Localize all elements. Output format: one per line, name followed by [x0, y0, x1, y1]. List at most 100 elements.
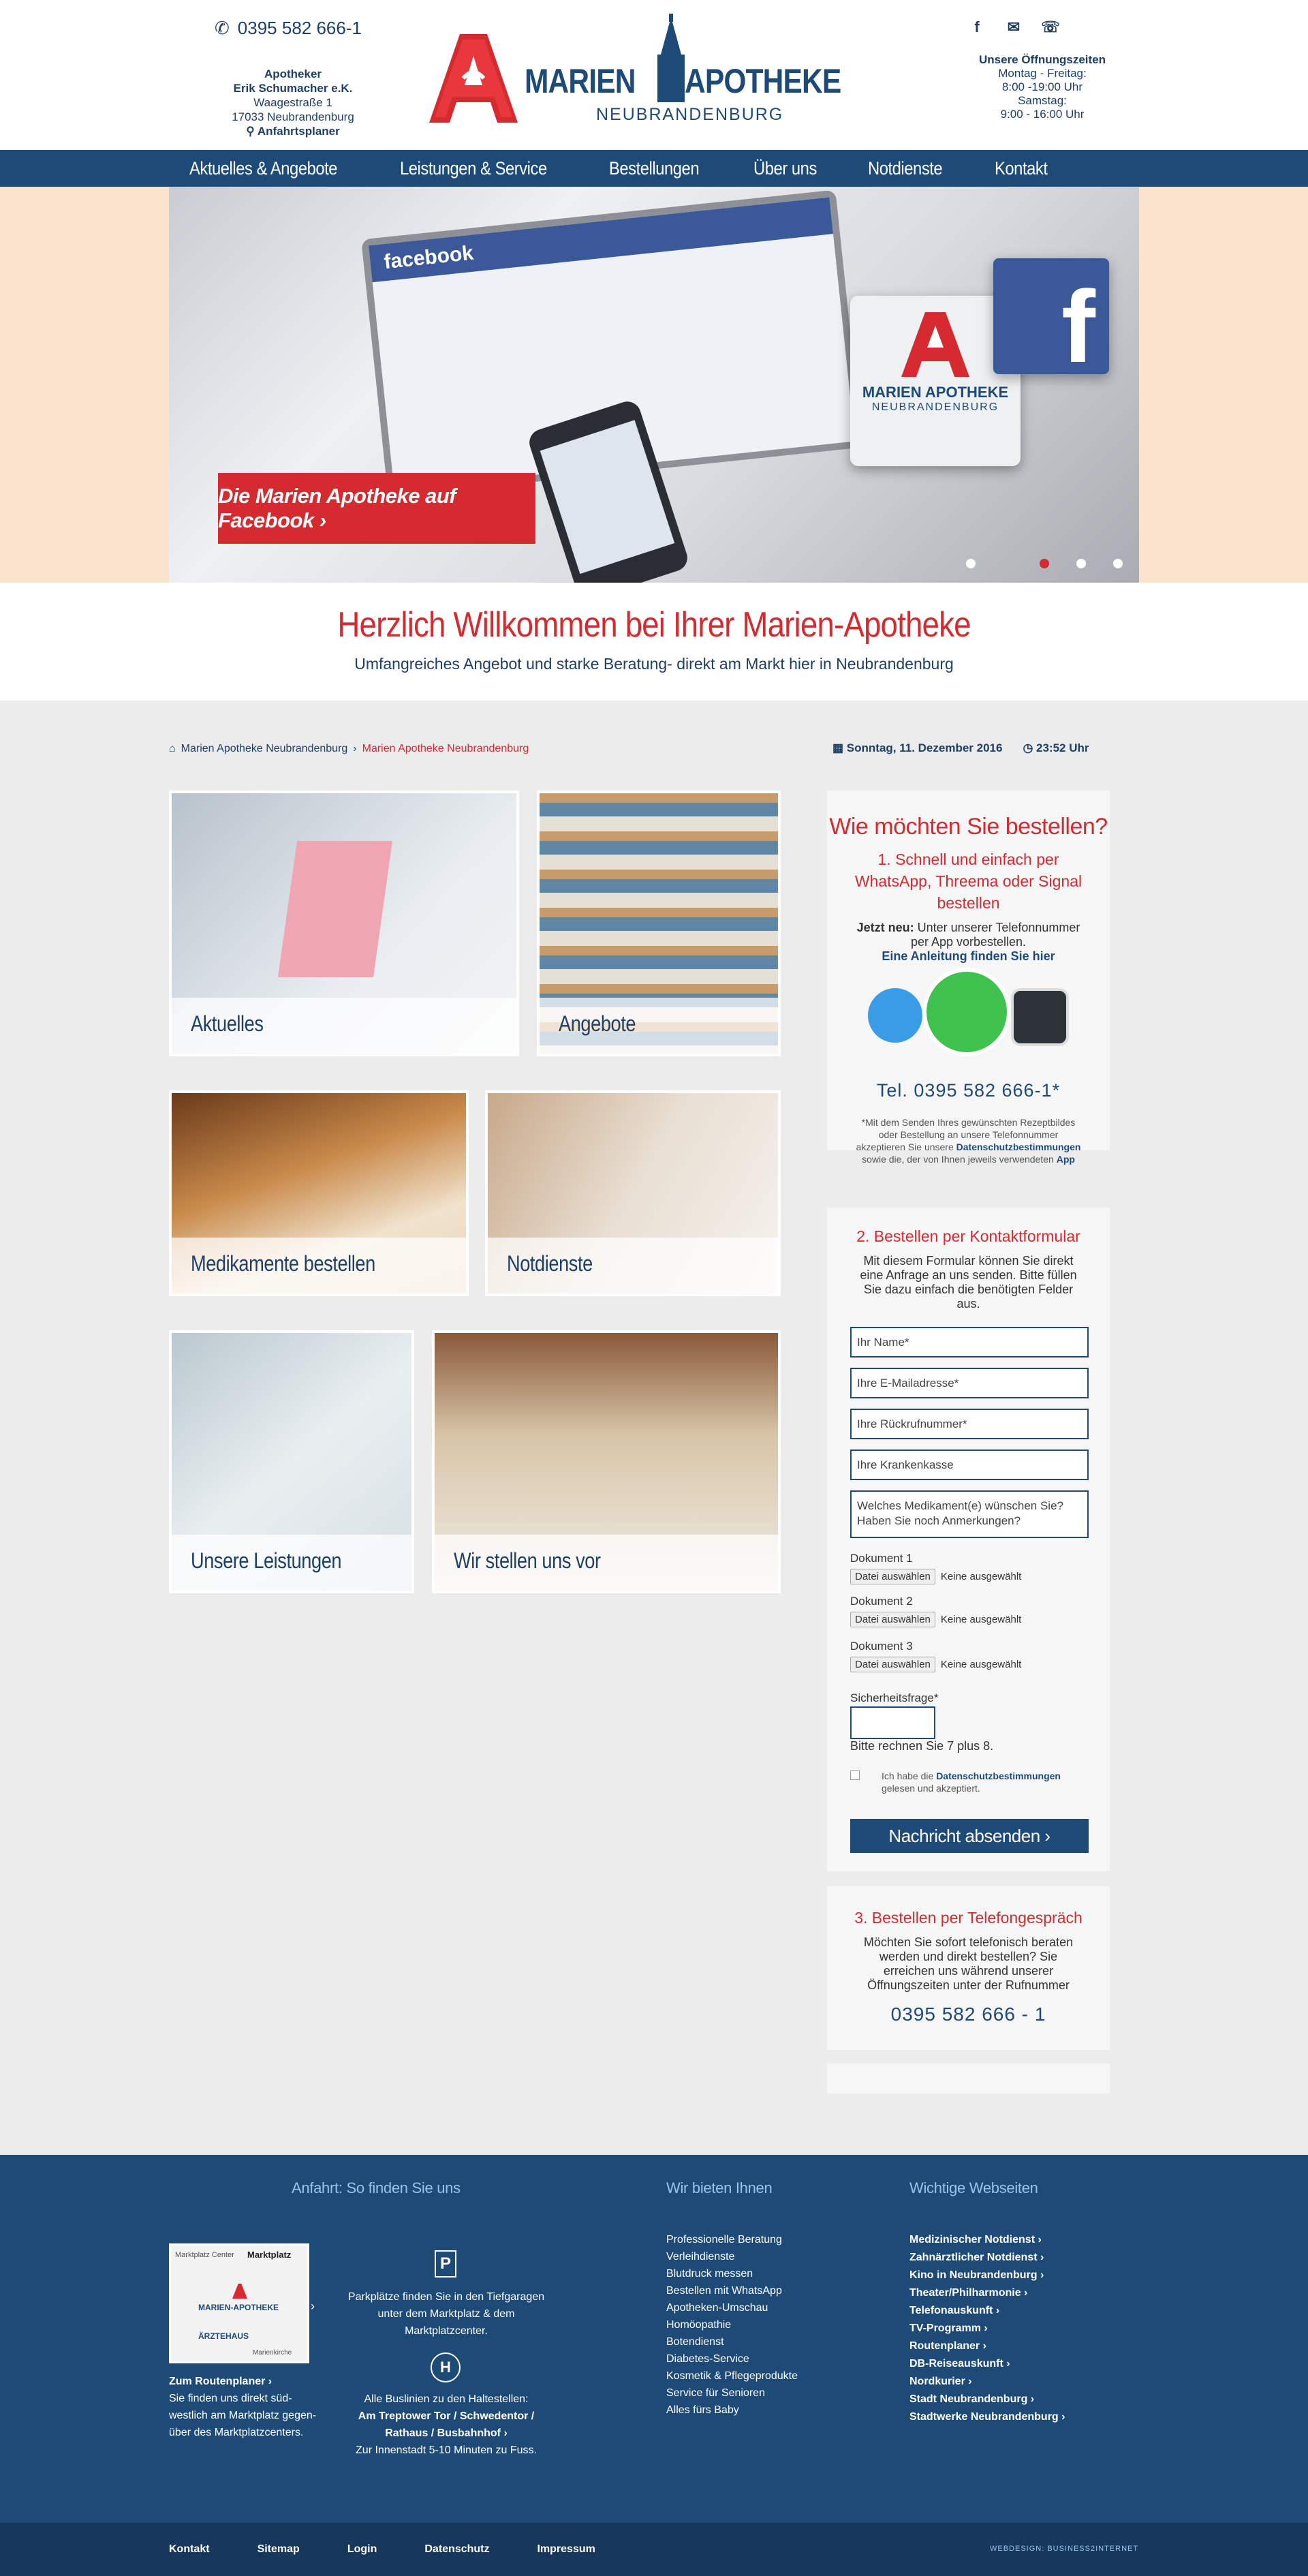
- breadcrumb-separator: ›: [353, 743, 357, 754]
- footer: Anfahrt: So finden Sie uns Marktplatz Ce…: [0, 2155, 1308, 2523]
- breadcrumb: ⌂ Marien Apotheke Neubrandenburg › Marie…: [169, 743, 529, 755]
- email-field[interactable]: Ihre E-Mailadresse*: [850, 1368, 1089, 1398]
- tile-label: Aktuelles: [191, 1011, 264, 1036]
- bottom-link-kontakt[interactable]: Kontakt: [169, 2543, 210, 2556]
- list-item[interactable]: Apotheken-Umschau: [666, 2299, 798, 2316]
- clock-icon: ◷: [1023, 741, 1037, 754]
- list-item[interactable]: Kosmetik & Pflegeprodukte: [666, 2367, 798, 2385]
- doc2-file-input[interactable]: Datei auswählen Keine ausgewählt: [850, 1612, 1021, 1627]
- tile-wir-stellen-uns-vor[interactable]: Wir stellen uns vor: [432, 1330, 781, 1593]
- bottom-link-datenschutz[interactable]: Datenschutz: [424, 2543, 489, 2556]
- list-item[interactable]: Telefonauskunft ›: [909, 2302, 1065, 2320]
- tile-angebote[interactable]: Angebote: [537, 791, 781, 1056]
- nav-item-kontakt[interactable]: Kontakt: [995, 150, 1048, 187]
- privacy-consent-link[interactable]: Datenschutzbestimmungen: [936, 1770, 1061, 1781]
- slider-dot[interactable]: [1003, 559, 1012, 568]
- list-item[interactable]: Service für Senioren: [666, 2385, 798, 2402]
- order-phone[interactable]: Tel. 0395 582 666-1*: [827, 1080, 1110, 1101]
- bottom-bar: Kontakt Sitemap Login Datenschutz Impres…: [0, 2523, 1308, 2576]
- slider-dot[interactable]: [1113, 559, 1123, 568]
- facebook-logo-icon: f: [993, 258, 1109, 374]
- bottom-link-sitemap[interactable]: Sitemap: [258, 2543, 300, 2556]
- home-icon[interactable]: ⌂: [169, 743, 176, 755]
- whatsapp-icon[interactable]: ☏: [1041, 18, 1060, 37]
- nav-item-leistungen[interactable]: Leistungen & Service: [400, 150, 547, 187]
- footer-map[interactable]: Marktplatz Center Marktplatz MARIEN-APOT…: [169, 2243, 309, 2363]
- footer-route-link[interactable]: Zum Routenplaner ›: [169, 2376, 272, 2387]
- list-item[interactable]: Medizinischer Notdienst ›: [909, 2231, 1065, 2249]
- facebook-icon[interactable]: f: [967, 18, 986, 37]
- map-arrow-icon: ›: [311, 2299, 315, 2313]
- security-answer-input[interactable]: [850, 1706, 935, 1739]
- nav-item-notdienste[interactable]: Notdienste: [868, 150, 943, 187]
- map-pharmacy-icon: [232, 2284, 247, 2299]
- list-item[interactable]: Diabetes-Service: [666, 2350, 798, 2367]
- parking-text: Parkplätze finden Sie in den Tiefgaragen…: [347, 2291, 545, 2337]
- privacy-link[interactable]: Datenschutzbestimmungen: [956, 1141, 1081, 1152]
- name-field[interactable]: Ihr Name*: [850, 1327, 1089, 1358]
- address-street: Waagestraße 1: [253, 96, 332, 109]
- list-item[interactable]: Homöopathie: [666, 2316, 798, 2333]
- slider-dot-active[interactable]: [1040, 559, 1049, 568]
- security-question: Bitte rechnen Sie 7 plus 8.: [850, 1739, 994, 1753]
- list-item[interactable]: Nordkurier ›: [909, 2373, 1065, 2391]
- breadcrumb-home[interactable]: Marien Apotheke Neubrandenburg: [181, 743, 348, 755]
- doc2-label: Dokument 2: [850, 1595, 913, 1608]
- header-phone[interactable]: ✆ 0395 582 666-1: [215, 18, 362, 39]
- logo[interactable]: MARIEN APOTHEKE NEUBRANDENBURG: [422, 14, 841, 129]
- doc1-file-input[interactable]: Datei auswählen Keine ausgewählt: [850, 1569, 1021, 1584]
- list-item[interactable]: TV-Programm ›: [909, 2320, 1065, 2337]
- nav-item-ueber-uns[interactable]: Über uns: [753, 150, 817, 187]
- phone-icon: ✆: [215, 18, 230, 38]
- bottom-link-impressum[interactable]: Impressum: [537, 2543, 595, 2556]
- slider-dot[interactable]: [1076, 559, 1086, 568]
- order-title: Wie möchten Sie bestellen?: [829, 814, 1108, 840]
- tile-aktuelles[interactable]: Aktuelles: [169, 791, 519, 1056]
- nav-item-bestellungen[interactable]: Bestellungen: [609, 150, 700, 187]
- facebook-cta-button[interactable]: Die Marien Apotheke auf Facebook ›: [218, 473, 535, 544]
- nav-item-aktuelles[interactable]: Aktuelles & Angebote: [189, 150, 338, 187]
- email-icon[interactable]: ✉: [1004, 18, 1023, 37]
- bottom-link-login[interactable]: Login: [347, 2543, 377, 2556]
- order-box: Wie möchten Sie bestellen? 1. Schnell un…: [827, 791, 1110, 1165]
- list-item[interactable]: Blutdruck messen: [666, 2265, 798, 2282]
- list-item[interactable]: Routenplaner ›: [909, 2337, 1065, 2355]
- parking-icon: P: [435, 2250, 456, 2278]
- tile-notdienste[interactable]: Notdienste: [485, 1090, 781, 1296]
- welcome-subtitle: Umfangreiches Angebot und starke Beratun…: [354, 655, 954, 673]
- slider-dot[interactable]: [966, 559, 976, 568]
- list-item[interactable]: Alles fürs Baby: [666, 2402, 798, 2419]
- route-info: Zum Routenplaner › Sie finden uns direkt…: [169, 2373, 326, 2441]
- date-time: ▦ Sonntag, 11. Dezember 2016 ◷ 23:52 Uhr: [832, 741, 1089, 755]
- list-item[interactable]: Botendienst: [666, 2333, 798, 2350]
- list-item[interactable]: Bestellen mit WhatsApp: [666, 2282, 798, 2299]
- order-new-text: Unter unserer Telefonnummer per App vorb…: [910, 921, 1080, 949]
- phone-field[interactable]: Ihre Rückrufnummer*: [850, 1409, 1089, 1439]
- insurance-field[interactable]: Ihre Krankenkasse: [850, 1450, 1089, 1480]
- list-item[interactable]: Stadt Neubrandenburg ›: [909, 2391, 1065, 2408]
- webdesign-credit[interactable]: WEBDESIGN: BUSINESS2INTERNET: [990, 2545, 1138, 2553]
- list-item[interactable]: Professionelle Beratung: [666, 2231, 798, 2248]
- message-textarea[interactable]: Welches Medikament(e) wünschen Sie? Habe…: [850, 1490, 1089, 1538]
- church-icon: [657, 14, 685, 102]
- list-item[interactable]: Verleihdienste: [666, 2248, 798, 2265]
- submit-button[interactable]: Nachricht absenden ›: [850, 1819, 1089, 1853]
- tile-leistungen[interactable]: Unsere Leistungen: [169, 1330, 414, 1593]
- phone-order-number[interactable]: 0395 582 666 - 1: [827, 2004, 1110, 2025]
- list-item[interactable]: Theater/Philharmonie ›: [909, 2284, 1065, 2302]
- list-item[interactable]: Stadtwerke Neubrandenburg ›: [909, 2408, 1065, 2426]
- route-planner-link[interactable]: ⚲ Anfahrtsplaner: [198, 124, 388, 138]
- footer-directions-title: Anfahrt: So finden Sie uns: [292, 2179, 461, 2196]
- doc3-file-input[interactable]: Datei auswählen Keine ausgewählt: [850, 1657, 1021, 1672]
- opening-hours: Unsere Öffnungszeiten Montag - Freitag: …: [940, 53, 1144, 121]
- order-new-label: Jetzt neu:: [856, 921, 914, 934]
- list-item[interactable]: DB-Reiseauskunft ›: [909, 2355, 1065, 2373]
- logo-word-marien: MARIEN: [525, 62, 636, 100]
- tile-medikamente[interactable]: Medikamente bestellen: [169, 1090, 469, 1296]
- privacy-checkbox[interactable]: [850, 1770, 860, 1780]
- list-item[interactable]: Kino in Neubrandenburg ›: [909, 2267, 1065, 2284]
- route-text: Sie finden uns direkt süd-westlich am Ma…: [169, 2393, 317, 2438]
- bus-stops-link[interactable]: Am Treptower Tor / Schwedentor / Rathaus…: [341, 2408, 552, 2442]
- list-item[interactable]: Zahnärztlicher Notdienst ›: [909, 2249, 1065, 2267]
- phone-order-title: 3. Bestellen per Telefongespräch: [854, 1909, 1083, 1927]
